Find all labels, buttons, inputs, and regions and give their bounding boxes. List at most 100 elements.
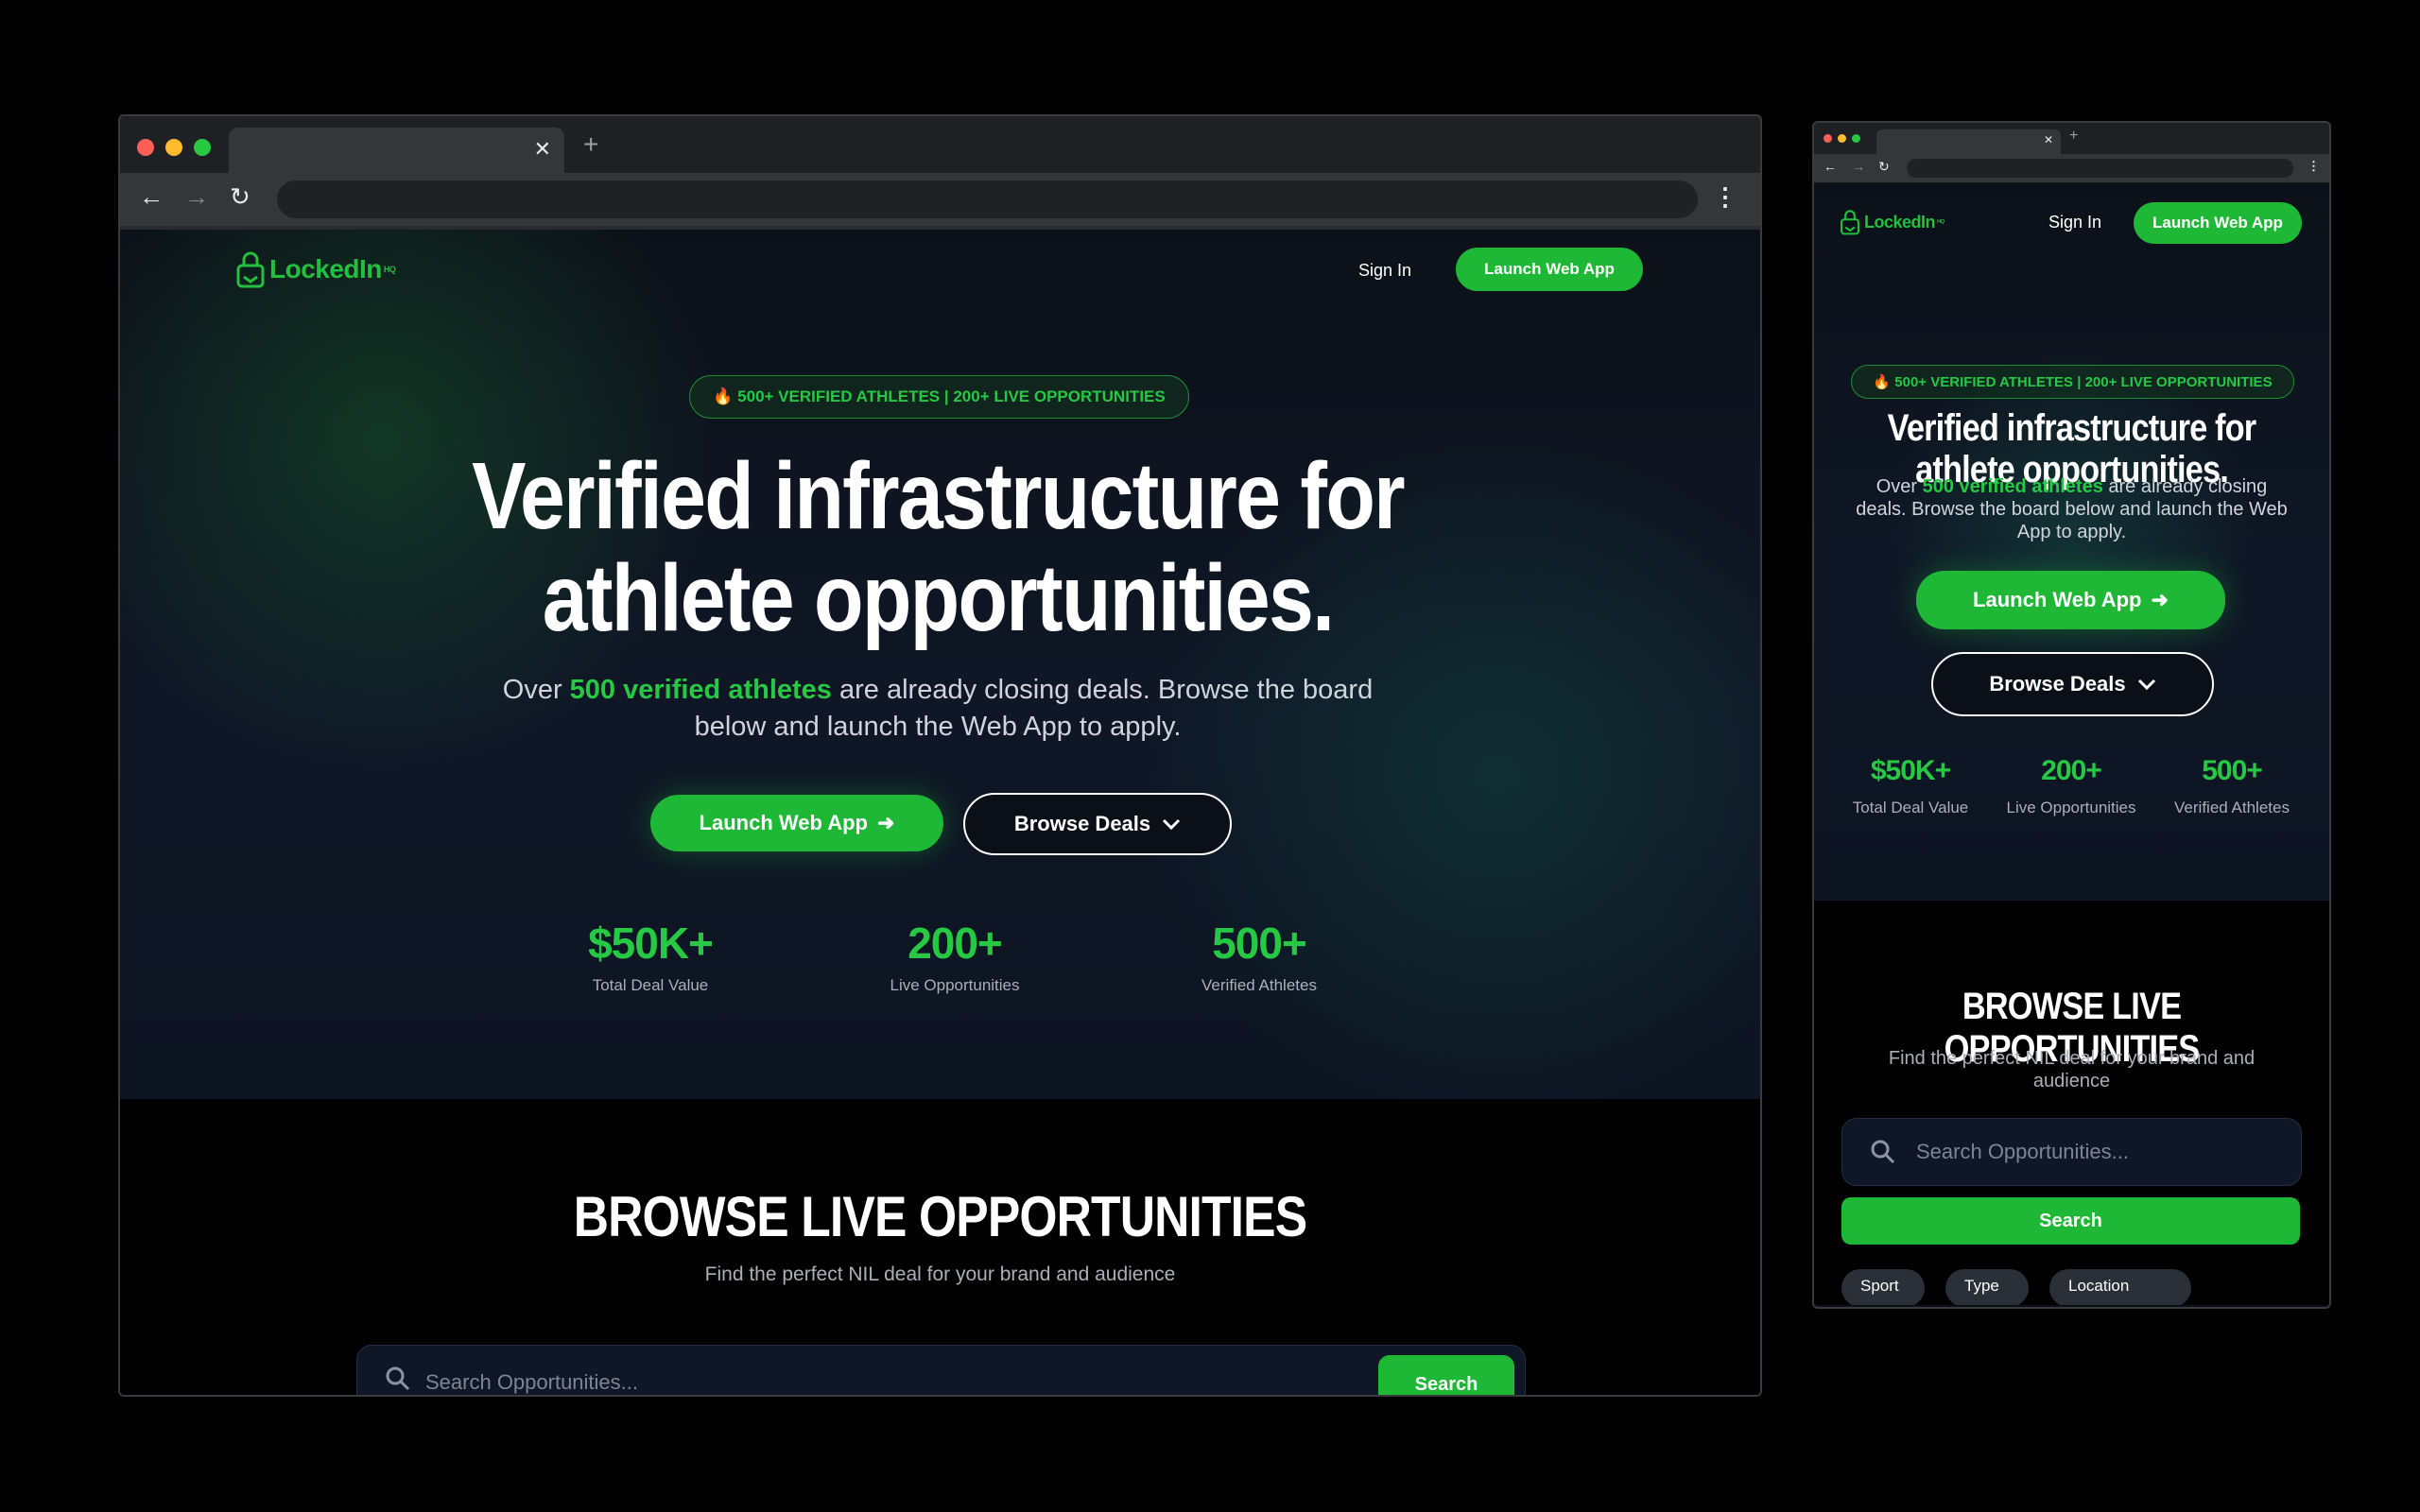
- address-bar[interactable]: [277, 180, 1698, 218]
- tab-bar: ✕ +: [120, 116, 1760, 173]
- browser-toolbar: ← → ↻ ⋮: [1814, 154, 2329, 182]
- sign-in-link[interactable]: Sign In: [1358, 261, 1411, 281]
- headline-line-1: Verified infrastructure for: [1887, 407, 2257, 449]
- maximize-window-button[interactable]: [1852, 134, 1860, 143]
- nav-launch-web-app-button[interactable]: Launch Web App: [2134, 202, 2302, 244]
- tab-bar: ✕ +: [1814, 123, 2329, 154]
- hero-headline: Verified infrastructure for athlete oppo…: [462, 445, 1413, 649]
- headline-line-1: Verified infrastructure for: [472, 443, 1406, 549]
- nav-launch-web-app-button[interactable]: Launch Web App: [1456, 248, 1643, 291]
- stats-badge: 🔥 500+ VERIFIED ATHLETES | 200+ LIVE OPP…: [689, 375, 1189, 419]
- stat-value: $50K+: [1870, 755, 1951, 786]
- chevron-down-icon: [1163, 818, 1181, 831]
- brand-mark: HQ: [1937, 219, 1945, 225]
- desktop-browser-window: ✕ + ← → ↻ ⋮ LockedIn HQ Sign In Launch We…: [118, 114, 1762, 1397]
- search-icon: [1871, 1140, 1895, 1164]
- chevron-down-icon: [2137, 679, 2155, 691]
- stat-value: 200+: [2041, 755, 2102, 786]
- minimize-window-button[interactable]: [1838, 134, 1846, 143]
- filter-chip-sport[interactable]: Sport: [1841, 1269, 1925, 1305]
- back-icon[interactable]: ←: [139, 182, 164, 212]
- close-tab-icon[interactable]: ✕: [534, 137, 551, 162]
- subtitle-highlight: 500 verified athletes: [569, 675, 832, 705]
- hero-subtitle: Over 500 verified athletes are already c…: [1852, 475, 2291, 543]
- stat-value: 500+: [2202, 755, 2263, 786]
- stat-verified-athletes: 500+ Verified Athletes: [1155, 918, 1363, 995]
- search-input[interactable]: [1914, 1132, 2277, 1172]
- filter-chip-type[interactable]: Type: [1945, 1269, 2029, 1305]
- filter-chip-location[interactable]: Location: [2049, 1269, 2191, 1305]
- minimize-window-button[interactable]: [165, 139, 182, 156]
- brand-logo[interactable]: LockedIn HQ: [235, 250, 396, 288]
- search-icon: [386, 1366, 410, 1391]
- search-bar: [1841, 1118, 2302, 1186]
- hero-section: LockedIn HQ Sign In Launch Web App 🔥 500+…: [120, 230, 1760, 1099]
- forward-icon[interactable]: →: [184, 182, 209, 212]
- brand-mark: HQ: [383, 265, 396, 274]
- browser-tab[interactable]: ✕: [1876, 129, 2061, 154]
- close-tab-icon[interactable]: ✕: [2044, 133, 2053, 146]
- hero-subtitle: Over 500 verified athletes are already c…: [489, 672, 1387, 746]
- close-window-button[interactable]: [1824, 134, 1832, 143]
- subtitle-highlight: 500 verified athletes: [1922, 476, 2103, 497]
- stat-total-deal-value: $50K+ Total Deal Value: [546, 918, 754, 995]
- page-viewport: LockedIn HQ Sign In Launch Web App 🔥 500+…: [120, 230, 1760, 1395]
- sign-in-link[interactable]: Sign In: [2048, 213, 2101, 232]
- brand-name: LockedIn: [1864, 212, 1936, 232]
- lock-icon: [1841, 210, 1859, 235]
- browse-deals-button[interactable]: Browse Deals: [963, 793, 1232, 855]
- browser-toolbar: ← → ↻ ⋮: [120, 173, 1760, 230]
- arrow-right-icon: ➜: [877, 811, 895, 834]
- page-viewport: LockedIn HQ Sign In Launch Web App 🔥 500+…: [1814, 182, 2329, 1305]
- stat-live-opportunities: 200+ Live Opportunities: [851, 918, 1059, 995]
- browse-section-title: BROWSE LIVE OPPORTUNITIES: [573, 1185, 1307, 1248]
- stat-live-opportunities: 200+ Live Opportunities: [1991, 755, 2152, 817]
- launch-web-app-label: Launch Web App: [1973, 588, 2142, 611]
- search-input[interactable]: [424, 1363, 1278, 1395]
- stat-label: Verified Athletes: [2174, 799, 2290, 816]
- stat-label: Verified Athletes: [1201, 976, 1317, 994]
- back-icon[interactable]: ←: [1824, 159, 1837, 174]
- new-tab-icon[interactable]: +: [2069, 128, 2078, 145]
- stat-value: 500+: [1212, 919, 1307, 968]
- search-button[interactable]: Search: [1841, 1197, 2300, 1245]
- brand-name: LockedIn: [269, 254, 382, 284]
- forward-icon[interactable]: →: [1852, 159, 1865, 174]
- stats-badge: 🔥 500+ VERIFIED ATHLETES | 200+ LIVE OPP…: [1851, 365, 2294, 399]
- stat-label: Live Opportunities: [890, 976, 1020, 994]
- browse-section-subtitle: Find the perfect NIL deal for your brand…: [1888, 1048, 2256, 1091]
- launch-web-app-button[interactable]: Launch Web App ➜: [650, 795, 943, 851]
- window-controls: [1824, 134, 1860, 143]
- stat-value: $50K+: [588, 919, 714, 968]
- address-bar[interactable]: [1907, 159, 2293, 178]
- browse-deals-button[interactable]: Browse Deals: [1931, 652, 2214, 716]
- reload-icon[interactable]: ↻: [230, 182, 251, 212]
- lock-icon: [236, 251, 265, 288]
- window-controls: [137, 139, 211, 156]
- headline-line-2: athlete opportunities.: [542, 545, 1335, 651]
- launch-web-app-button[interactable]: Launch Web App ➜: [1916, 571, 2225, 629]
- hero-section: LockedIn HQ Sign In Launch Web App 🔥 500+…: [1814, 182, 2329, 901]
- browser-tab[interactable]: ✕: [229, 128, 564, 173]
- launch-web-app-label: Launch Web App: [699, 811, 868, 834]
- search-button[interactable]: Search: [1378, 1355, 1514, 1395]
- filter-chips: Sport Type Location: [1841, 1269, 2191, 1305]
- stat-label: Live Opportunities: [2006, 799, 2136, 816]
- browse-section-subtitle: Find the perfect NIL deal for your brand…: [704, 1263, 1176, 1285]
- stat-verified-athletes: 500+ Verified Athletes: [2152, 755, 2312, 817]
- mobile-browser-window: ✕ + ← → ↻ ⋮ LockedIn HQ Sign In Launch We…: [1812, 121, 2331, 1309]
- brand-logo[interactable]: LockedIn HQ: [1840, 209, 1945, 235]
- subtitle-prefix: Over: [1876, 476, 1923, 497]
- new-tab-icon[interactable]: +: [583, 129, 598, 160]
- stat-total-deal-value: $50K+ Total Deal Value: [1830, 755, 1991, 817]
- maximize-window-button[interactable]: [194, 139, 211, 156]
- reload-icon[interactable]: ↻: [1878, 159, 1890, 175]
- browse-deals-label: Browse Deals: [1013, 812, 1151, 835]
- search-bar: Search: [356, 1345, 1526, 1395]
- close-window-button[interactable]: [137, 139, 154, 156]
- browser-menu-icon[interactable]: ⋮: [1713, 182, 1737, 212]
- stat-value: 200+: [908, 919, 1003, 968]
- arrow-right-icon: ➜: [2151, 588, 2169, 611]
- stat-label: Total Deal Value: [1852, 799, 1969, 816]
- browser-menu-icon[interactable]: ⋮: [2308, 159, 2320, 174]
